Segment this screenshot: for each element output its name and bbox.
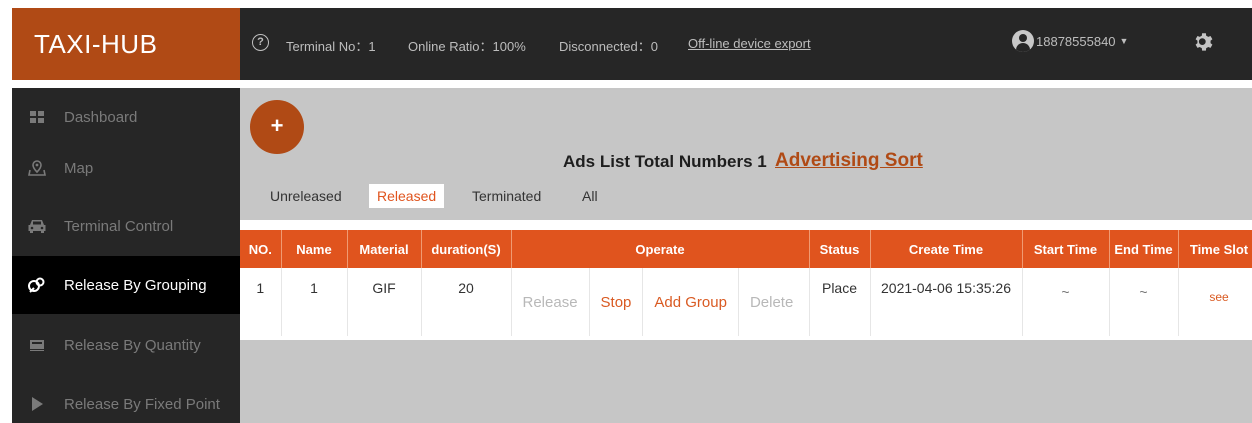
sidebar-item-label: Terminal Control — [64, 217, 174, 235]
chevron-down-icon: ▼ — [1119, 36, 1129, 46]
cell-start-time: ~ — [1022, 268, 1110, 336]
release-button[interactable]: Release — [512, 268, 590, 336]
table-header-row: NO. Name Material duration(S) Operate St… — [240, 230, 1252, 268]
user-name: 18878555840 — [1036, 33, 1116, 49]
sidebar-item-release-by-grouping[interactable]: Release By Grouping — [12, 256, 240, 314]
cell-duration: 20 — [421, 268, 512, 336]
see-time-slot-link[interactable]: see — [1209, 290, 1228, 304]
sidebar-item-terminal-control[interactable]: Terminal Control — [12, 197, 240, 255]
ads-table-container: NO. Name Material duration(S) Operate St… — [240, 220, 1252, 340]
tab-terminated[interactable]: Terminated — [472, 188, 541, 204]
cell-time-slot: see — [1178, 268, 1252, 336]
dashboard-icon — [26, 109, 48, 125]
sidebar: Dashboard Map Terminal Control Release B… — [0, 88, 240, 423]
sidebar-item-release-by-quantity[interactable]: Release By Quantity — [12, 316, 240, 374]
terminal-number: Terminal No：1 — [286, 39, 376, 54]
column-header: Create Time — [870, 230, 1023, 268]
main-content: + Ads List Total Numbers 1 Advertising S… — [240, 88, 1252, 423]
column-header: Material — [347, 230, 422, 268]
start-time-value: ~ — [1061, 284, 1070, 300]
add-ad-button[interactable]: + — [250, 100, 304, 154]
sidebar-item-label: Release By Quantity — [64, 336, 201, 354]
top-bar: TAXI-HUB ? Terminal No：1 Online Ratio：10… — [0, 0, 1252, 88]
disconnected-count: Disconnected：0 — [559, 39, 658, 54]
play-icon — [26, 396, 48, 412]
brand-logo[interactable]: TAXI-HUB — [12, 8, 240, 80]
cell-operate: Release Stop Add Group Delete — [511, 268, 810, 336]
sidebar-nav: Dashboard Map Terminal Control Release B… — [12, 88, 240, 423]
column-header: NO. — [240, 230, 282, 268]
sidebar-item-label: Map — [64, 159, 94, 177]
cell-end-time: ~ — [1109, 268, 1179, 336]
sidebar-item-label: Dashboard — [64, 108, 138, 126]
column-header: Time Slot — [1178, 230, 1252, 268]
cell-name: 1 — [281, 268, 348, 336]
user-menu[interactable]: 18878555840 ▼ — [1012, 28, 1128, 54]
sidebar-item-dashboard[interactable]: Dashboard — [12, 88, 240, 146]
quantity-icon — [26, 337, 48, 353]
ads-list-title: Ads List Total Numbers 1 — [563, 152, 767, 171]
column-header: Start Time — [1022, 230, 1110, 268]
grouping-icon — [26, 277, 48, 293]
online-ratio: Online Ratio：100% — [408, 39, 526, 54]
gear-icon[interactable] — [1192, 30, 1216, 54]
ads-table: NO. Name Material duration(S) Operate St… — [240, 230, 1252, 336]
tab-unreleased[interactable]: Unreleased — [270, 188, 342, 204]
column-header: Status — [809, 230, 871, 268]
column-header: Name — [281, 230, 348, 268]
offline-export-link[interactable]: Off-line device export — [688, 36, 811, 51]
column-header: duration(S) — [421, 230, 512, 268]
car-icon — [26, 218, 48, 234]
operate-buttons: Release Stop Add Group Delete — [512, 268, 809, 336]
column-header: End Time — [1109, 230, 1179, 268]
map-icon — [26, 160, 48, 176]
tab-released[interactable]: Released — [369, 184, 445, 208]
delete-button[interactable]: Delete — [739, 268, 804, 336]
top-bar-inner: TAXI-HUB ? Terminal No：1 Online Ratio：10… — [12, 8, 1252, 80]
sidebar-item-label: Release By Grouping — [64, 276, 207, 294]
advertising-sort-link[interactable]: Advertising Sort — [775, 150, 923, 172]
user-avatar-icon — [1012, 30, 1034, 52]
sidebar-item-map[interactable]: Map — [12, 139, 240, 197]
sidebar-item-release-by-fixed-point[interactable]: Release By Fixed Point — [12, 375, 240, 423]
stop-button[interactable]: Stop — [590, 268, 644, 336]
help-icon[interactable]: ? — [252, 34, 269, 51]
tab-all[interactable]: All — [582, 188, 598, 204]
cell-create-time: 2021-04-06 15:35:26 — [870, 268, 1023, 336]
table-row: 1 1 GIF 20 Release Stop Add Group Delete… — [240, 268, 1252, 336]
sidebar-item-label: Release By Fixed Point — [64, 395, 220, 413]
end-time-value: ~ — [1139, 284, 1148, 300]
cell-no: 1 — [240, 268, 282, 336]
cell-material: GIF — [347, 268, 422, 336]
column-header: Operate — [511, 230, 810, 268]
cell-status: Place — [809, 268, 871, 336]
add-group-button[interactable]: Add Group — [643, 268, 739, 336]
